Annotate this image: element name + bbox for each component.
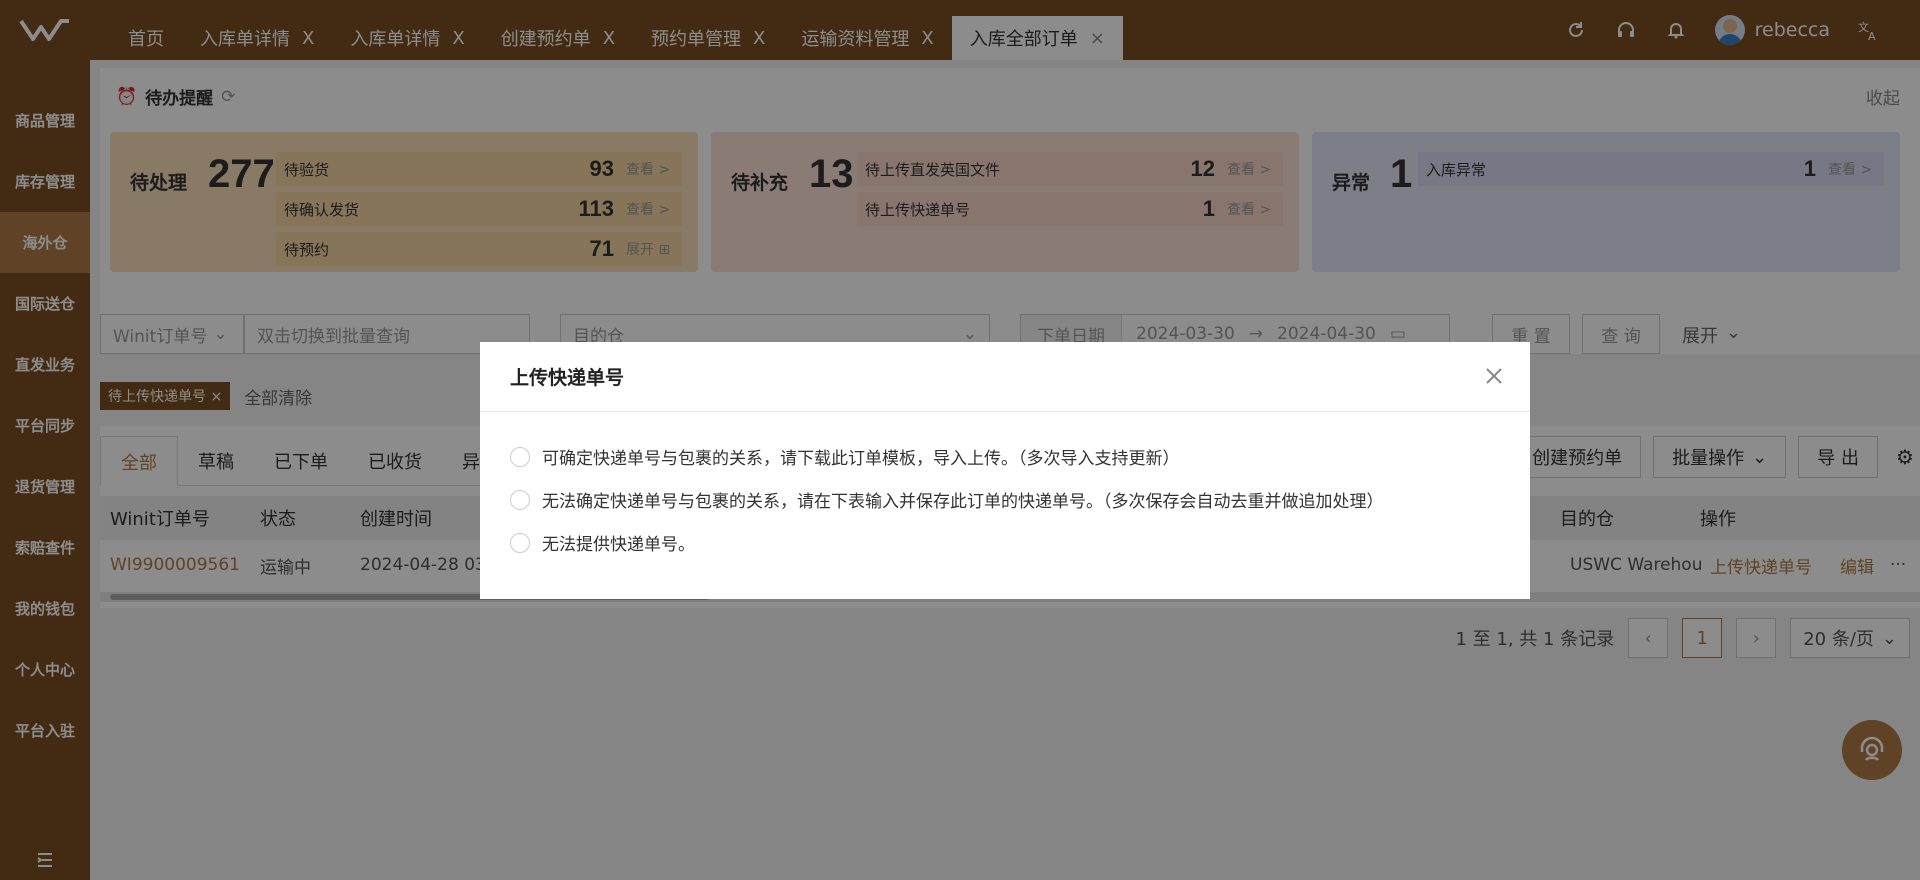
- option-import-template[interactable]: 可确定快递单号与包裹的关系，请下载此订单模板，导入上传。（多次导入支持更新）: [510, 444, 1180, 469]
- modal-title: 上传快递单号: [480, 342, 1530, 412]
- option-label: 无法确定快递单号与包裹的关系，请在下表输入并保存此订单的快递单号。（多次保存会自…: [542, 492, 1384, 512]
- radio-button[interactable]: [510, 446, 530, 467]
- option-label: 可确定快递单号与包裹的关系，请下载此订单模板，导入上传。（多次导入支持更新）: [542, 449, 1180, 469]
- radio-button[interactable]: [510, 489, 530, 510]
- option-manual-input[interactable]: 无法确定快递单号与包裹的关系，请在下表输入并保存此订单的快递单号。（多次保存会自…: [510, 487, 1384, 512]
- option-no-tracking[interactable]: 无法提供快递单号。: [510, 530, 695, 555]
- option-label: 无法提供快递单号。: [542, 535, 695, 555]
- radio-button[interactable]: [510, 532, 530, 553]
- upload-tracking-modal: 上传快递单号 可确定快递单号与包裹的关系，请下载此订单模板，导入上传。（多次导入…: [480, 342, 1530, 599]
- close-icon[interactable]: [1482, 364, 1506, 388]
